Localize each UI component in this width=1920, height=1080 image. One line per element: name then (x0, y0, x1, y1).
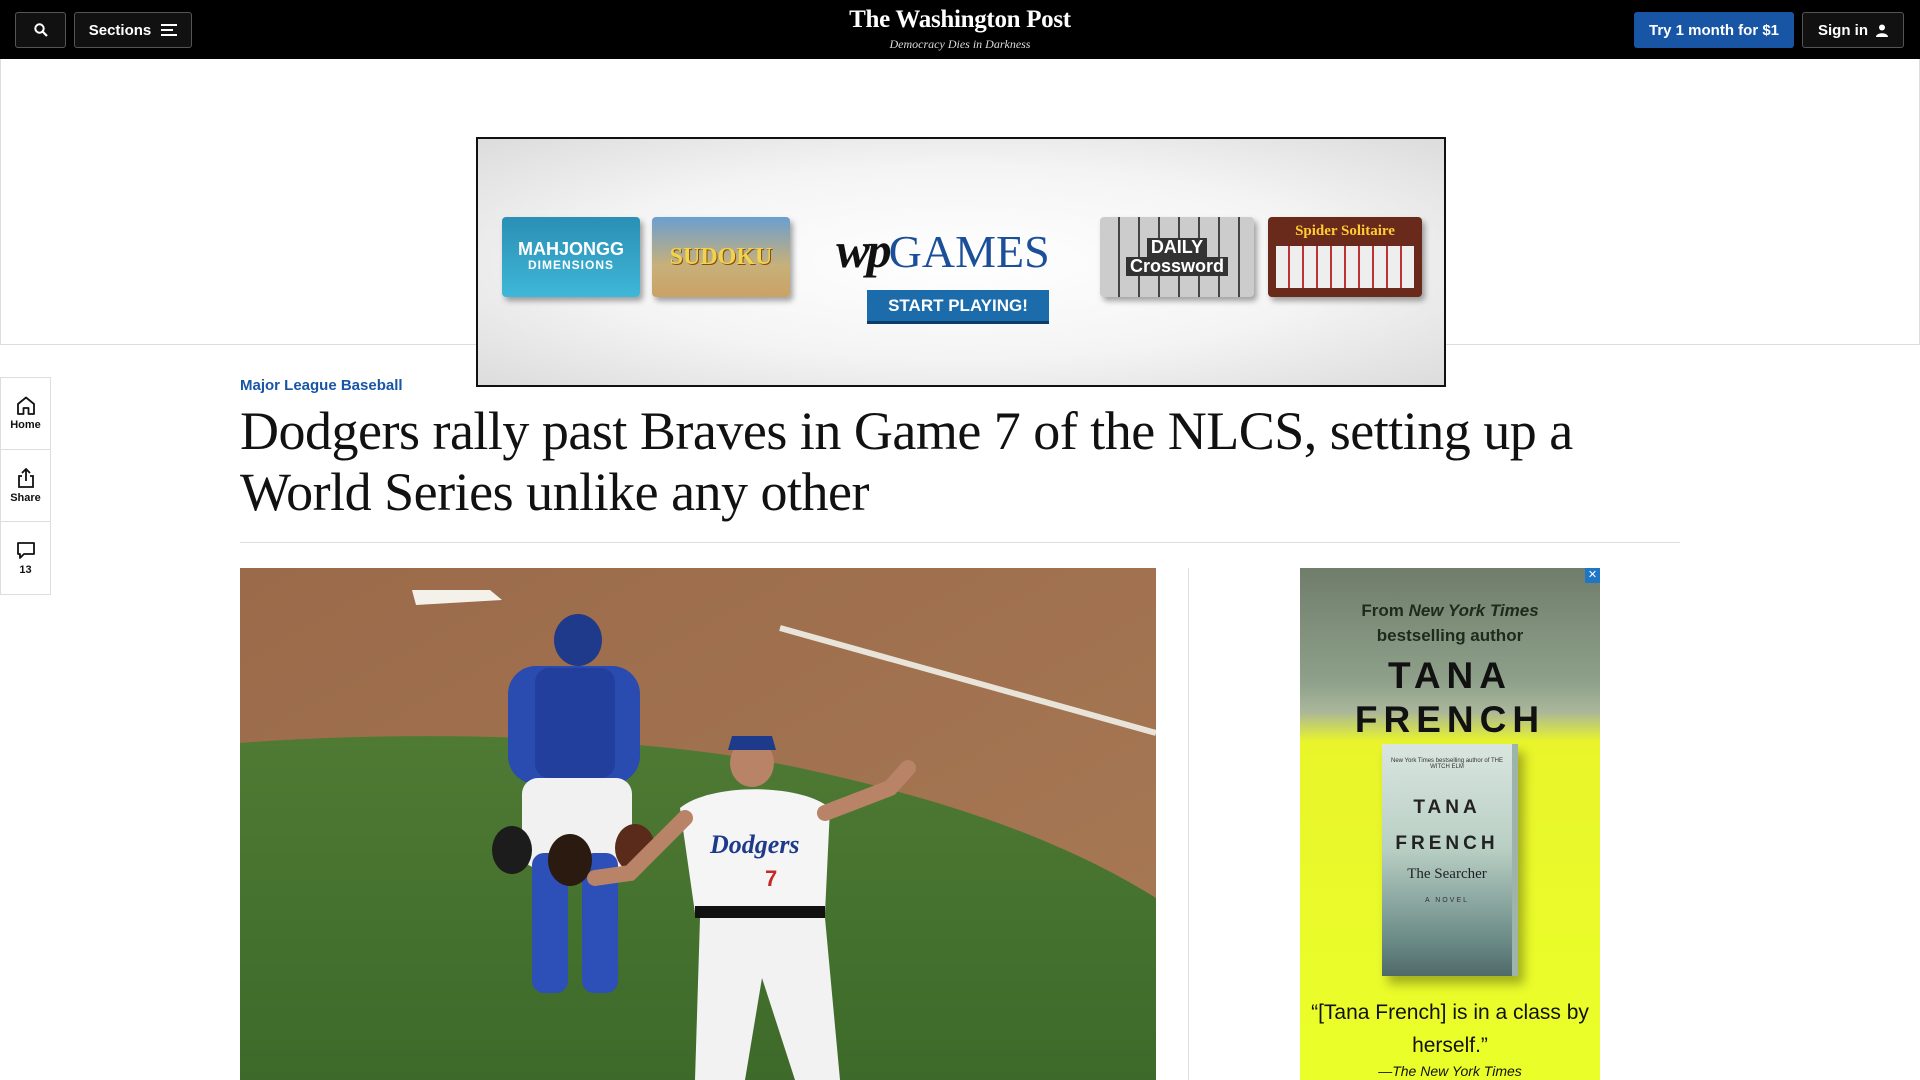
ad-from-line2: bestselling author (1376, 626, 1524, 645)
lead-photo[interactable]: Dodgers 7 (240, 568, 1156, 1080)
ad-quote-source: —The New York Times (1378, 1063, 1522, 1079)
rail-comments[interactable]: 13 (1, 522, 50, 594)
book-title: The Searcher (1407, 866, 1487, 882)
ad-author-name: TANA FRENCH (1300, 654, 1600, 742)
top-ad-band: MAHJONGG DIMENSIONS SUDOKU wpGAMES START… (0, 59, 1920, 387)
mahjongg-tile[interactable]: MAHJONGG DIMENSIONS (502, 217, 640, 297)
svg-text:7: 7 (765, 866, 777, 891)
rail-home-label: Home (10, 419, 41, 431)
sudoku-tile[interactable]: SUDOKU (652, 217, 790, 297)
book-ad[interactable]: ✕ From New York Times bestselling author… (1300, 568, 1600, 1080)
book-blurb: New York Times bestselling author of THE… (1391, 758, 1503, 770)
sections-label: Sections (88, 21, 152, 39)
baseball-celebration-photo: Dodgers 7 (240, 568, 1156, 1080)
wapo-logo[interactable]: The Washington Post Democracy Dies in Da… (760, 6, 1160, 52)
search-icon (33, 23, 48, 37)
crossword-line-2: Crossword (1125, 257, 1229, 276)
book-cover: New York Times bestselling author of THE… (1382, 744, 1518, 976)
column-divider (1188, 568, 1189, 1080)
start-playing-button[interactable]: START PLAYING! (867, 290, 1049, 324)
rail-share-label: Share (10, 491, 41, 504)
tagline: Democracy Dies in Darkness (889, 37, 1031, 51)
user-icon (1876, 24, 1888, 37)
sections-button[interactable]: Sections (74, 12, 192, 48)
ad-from-prefix: From (1361, 601, 1409, 620)
search-button[interactable] (15, 12, 66, 48)
comment-icon (16, 541, 35, 559)
section-kicker[interactable]: Major League Baseball (240, 377, 403, 394)
ad-from-line: From New York Times bestselling author (1300, 598, 1600, 648)
subscribe-button[interactable]: Try 1 month for $1 (1634, 12, 1794, 48)
ad-quote: “[Tana French] is in a class by herself.… (1311, 1001, 1589, 1057)
spider-title: Spider Solitaire (1295, 223, 1395, 239)
ad-from-em: New York Times (1408, 601, 1539, 620)
sudoku-title: SUDOKU (669, 243, 773, 270)
crossword-line-1: DAILY (1146, 238, 1208, 257)
logo-text: The Washington Post (849, 6, 1071, 33)
share-icon (17, 467, 34, 488)
spider-solitaire-tile[interactable]: Spider Solitaire (1268, 217, 1422, 297)
menu-icon (161, 24, 178, 36)
ad-author-first: TANA (1387, 655, 1512, 696)
crossword-tile[interactable]: DAILY Crossword (1100, 217, 1254, 297)
wp-games-ad[interactable]: MAHJONGG DIMENSIONS SUDOKU wpGAMES START… (476, 137, 1446, 387)
rail-share[interactable]: Share (1, 450, 50, 522)
top-navigation: Sections The Washington Post Democracy D… (0, 0, 1920, 59)
article-action-rail: Home Share 13 (0, 377, 51, 595)
book-author-last: FRENCH (1395, 833, 1499, 854)
ad-author-last: FRENCH (1354, 699, 1546, 740)
mahjongg-subtitle: DIMENSIONS (527, 258, 614, 272)
headline-divider (240, 542, 1680, 543)
svg-text:Dodgers: Dodgers (709, 830, 800, 859)
wp-mark: wp (836, 222, 891, 278)
wp-games-logo: wpGAMES (823, 221, 1063, 279)
ad-choices-icon[interactable]: ✕ (1585, 568, 1600, 583)
book-novel-label: A NOVEL (1425, 897, 1469, 904)
card-graphic (1276, 246, 1414, 288)
games-word: GAMES (888, 226, 1050, 277)
book-author-first: TANA (1413, 797, 1481, 818)
article-headline: Dodgers rally past Braves in Game 7 of t… (240, 401, 1573, 522)
sign-in-label: Sign in (1818, 21, 1868, 39)
rail-home[interactable]: Home (1, 378, 50, 450)
book-author: TANA FRENCH (1382, 790, 1512, 862)
comment-count: 13 (19, 563, 32, 576)
mahjongg-title: MAHJONGG (517, 239, 624, 259)
sign-in-button[interactable]: Sign in (1802, 12, 1904, 48)
home-icon (16, 396, 35, 415)
